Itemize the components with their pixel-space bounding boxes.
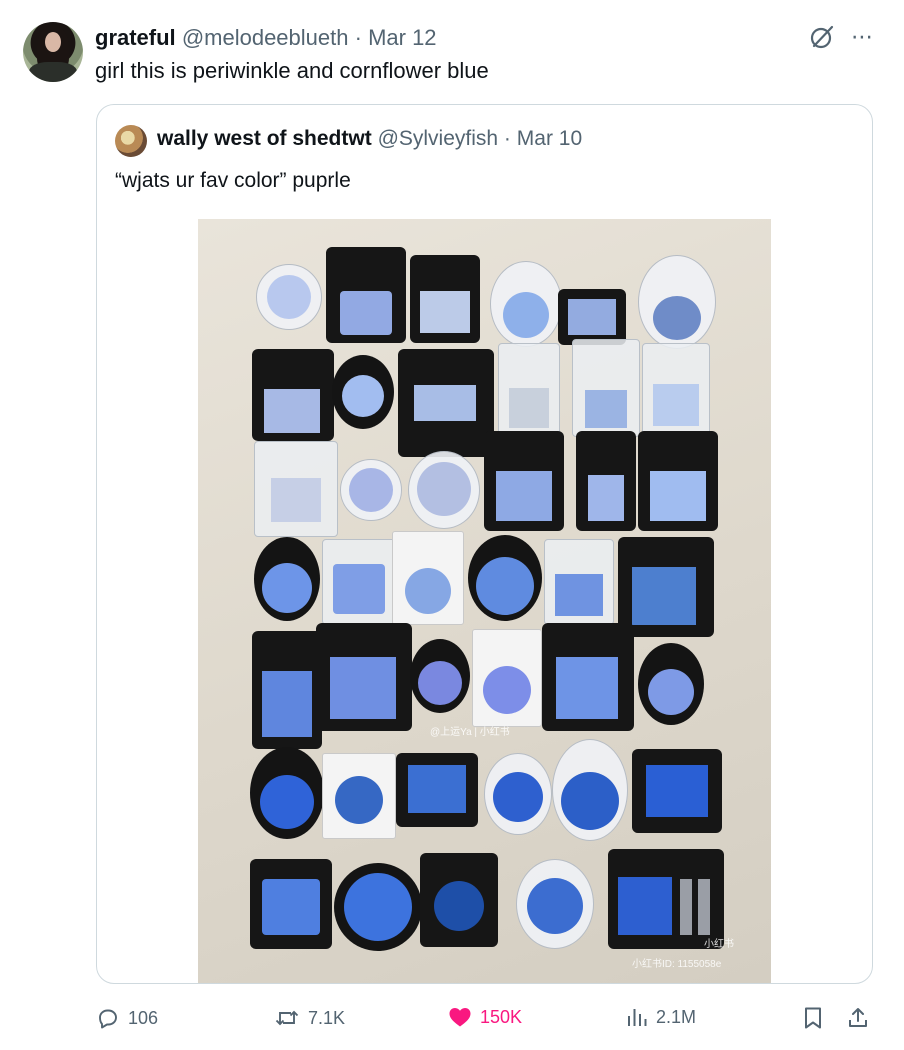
eyeshadow-compact: [340, 459, 402, 521]
eyeshadow-compact: [576, 431, 636, 531]
quote-text: “wjats ur fav color” puprle: [115, 169, 351, 192]
eyeshadow-compact: [472, 629, 542, 727]
eyeshadow-compact: [250, 859, 332, 949]
eyeshadow-compact: [398, 349, 494, 457]
eyeshadow-compact: [542, 623, 634, 731]
quote-author-avatar[interactable]: [115, 125, 147, 157]
like-button[interactable]: 150K: [448, 1006, 522, 1028]
share-icon: [849, 1008, 867, 1027]
more-icon[interactable]: ⋯: [851, 24, 874, 50]
eyeshadow-compact: [468, 535, 542, 621]
grok-icon[interactable]: [809, 24, 835, 50]
eyeshadow-compact: [252, 349, 334, 441]
views-button[interactable]: 2.1M: [626, 1006, 696, 1028]
image-watermark: @上运Ya | 小红书: [430, 727, 510, 738]
tweet-date[interactable]: Mar 12: [368, 25, 436, 50]
eyeshadow-compact: [334, 863, 422, 951]
views-icon: [628, 1009, 647, 1026]
eyeshadow-compact: [638, 643, 704, 725]
author-handle[interactable]: @melodeeblueth: [182, 25, 349, 50]
tweet-header: grateful @melodeeblueth · Mar 12: [95, 25, 437, 51]
like-count: 150K: [480, 1006, 523, 1027]
reply-button[interactable]: 106: [96, 1006, 158, 1030]
eyeshadow-compact: [420, 853, 498, 947]
eyeshadow-compact: [632, 749, 722, 833]
eyeshadow-compact: [544, 539, 614, 625]
avatar-body: [29, 62, 77, 82]
eyeshadow-compact: [608, 849, 724, 949]
eyeshadow-compact: [484, 431, 564, 531]
image-watermark-id: 小红书ID: 1155058e: [632, 959, 722, 970]
tweet-text: girl this is periwinkle and cornflower b…: [95, 58, 489, 83]
reply-icon: [99, 1009, 117, 1029]
eyeshadow-compact: [410, 255, 480, 343]
like-icon: [449, 1008, 471, 1027]
eyeshadow-compact: [516, 859, 594, 949]
author-avatar[interactable]: [23, 22, 83, 82]
quote-tweet-card[interactable]: wally west of shedtwt @Sylvieyfish · Mar…: [96, 104, 873, 984]
image-watermark-corner: 小红书: [704, 939, 734, 950]
eyeshadow-compact: [490, 261, 562, 347]
repost-button[interactable]: 7.1K: [274, 1006, 345, 1030]
eyeshadow-compact: [408, 451, 480, 529]
eyeshadow-compact: [252, 631, 322, 749]
eyeshadow-compact: [638, 431, 718, 531]
quote-header: wally west of shedtwt @Sylvieyfish · Mar…: [157, 127, 582, 151]
eyeshadow-compact: [498, 343, 560, 439]
eyeshadow-compact: [396, 753, 478, 827]
eyeshadow-compact: [558, 289, 626, 345]
author-name[interactable]: grateful: [95, 25, 176, 50]
quote-date[interactable]: Mar 10: [517, 127, 582, 150]
eyeshadow-compact: [256, 264, 322, 330]
tweet-top-icons: ⋯: [809, 24, 874, 50]
reply-count: 106: [128, 1007, 159, 1028]
eyeshadow-compact: [410, 639, 470, 713]
views-count: 2.1M: [656, 1006, 697, 1027]
quote-date-separator: ·: [503, 127, 511, 150]
eyeshadow-compact: [250, 747, 324, 839]
share-button[interactable]: [846, 1006, 870, 1030]
bookmark-icon: [805, 1007, 821, 1029]
date-separator: ·: [354, 25, 362, 50]
eyeshadow-compact: [392, 531, 464, 625]
repost-icon: [275, 1010, 299, 1026]
quote-author-handle[interactable]: @Sylvieyfish: [378, 127, 499, 150]
eyeshadow-compact: [316, 623, 412, 731]
eyeshadow-photo[interactable]: @上运Ya | 小红书 小红书 小红书ID: 1155058e: [198, 219, 771, 983]
eyeshadow-compact: [618, 537, 714, 637]
eyeshadow-compact: [254, 441, 338, 537]
eyeshadow-compact: [638, 255, 716, 349]
eyeshadow-compact: [322, 753, 396, 839]
tweet-actions: 106 7.1K 150K 2.1M: [0, 1000, 904, 1040]
eyeshadow-compact: [332, 355, 394, 429]
eyeshadow-compact: [552, 739, 628, 841]
eyeshadow-compact: [572, 339, 640, 437]
eyeshadow-compact: [326, 247, 406, 343]
eyeshadow-compact: [642, 343, 710, 437]
eyeshadow-compact: [484, 753, 552, 835]
quote-author-name[interactable]: wally west of shedtwt: [157, 127, 372, 150]
eyeshadow-compact: [254, 537, 320, 621]
bookmark-button[interactable]: [802, 1006, 824, 1030]
avatar-face: [45, 32, 61, 52]
eyeshadow-compact: [322, 539, 396, 625]
repost-count: 7.1K: [308, 1007, 346, 1028]
